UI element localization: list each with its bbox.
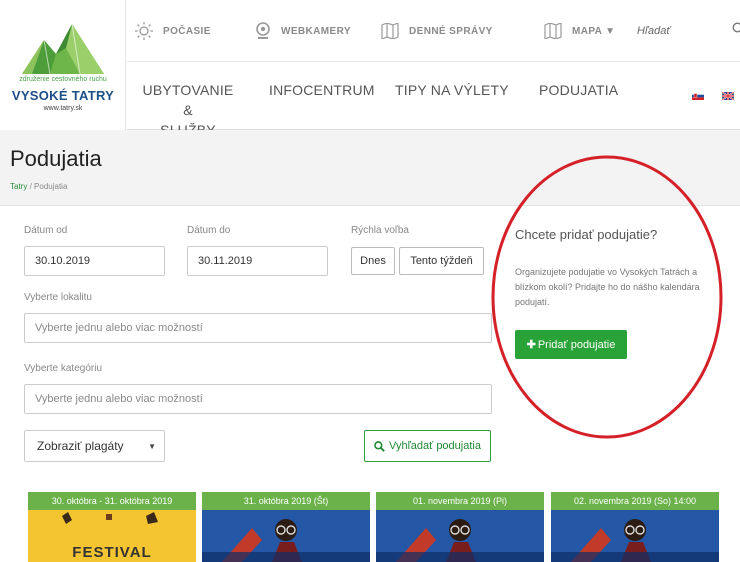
event-card[interactable]: 30. októbra - 31. októbra 2019 FESTIVAL [28,492,196,562]
breadcrumb-current: Podujatia [34,182,68,191]
date-to-input[interactable]: 30.11.2019 [187,246,328,276]
topbar-item-map[interactable]: MAPA ▼ [544,0,615,62]
top-utility-bar: POČASIE WEBKAMERY DENNÉ SPRÁVY MAPA ▼ Hľ… [127,0,740,62]
locality-multiselect[interactable]: Vyberte jednu alebo viac možností [24,313,492,343]
event-poster-image [376,510,544,562]
mountain-logo-icon [22,23,104,74]
topbar-item-weather[interactable]: POČASIE [135,0,211,62]
logo-tagline: združenie cestovného ruchu [19,76,107,83]
topbar-item-webcams[interactable]: WEBKAMERY [255,0,351,62]
topbar-item-daily-news[interactable]: DENNÉ SPRÁVY [381,0,493,62]
nav-item-trip-tips[interactable]: TIPY NA VÝLETY [395,80,509,100]
date-to-label: Dátum do [187,225,231,236]
search-icon[interactable] [732,22,740,41]
topbar-label-weather: POČASIE [163,25,211,37]
today-button[interactable]: Dnes [351,247,395,275]
english-flag-icon[interactable] [722,92,734,100]
page-title: Podujatia [10,146,102,171]
category-multiselect[interactable]: Vyberte jednu alebo viac možností [24,384,492,414]
event-card[interactable]: 02. novembra 2019 (So) 14:00 [551,492,719,562]
add-event-description: Organizujete podujatie vo Vysokých Tatrá… [515,267,700,307]
webcam-icon [255,22,271,40]
site-header: združenie cestovného ruchu VYSOKÉ TATRY … [0,0,740,138]
main-navigation: UBYTOVANIE & SLUŽBY INFOCENTRUM TIPY NA … [127,62,740,138]
event-poster-image [551,510,719,562]
logo-url: www.tatry.sk [43,105,83,112]
search-icon [374,440,385,452]
page-title-band: Podujatia Tatry / Podujatia [0,130,740,206]
slovak-flag-icon[interactable] [692,92,704,100]
event-poster-text: FESTIVAL [72,544,152,561]
add-event-title: Chcete pridať podujatie? [515,227,658,242]
breadcrumb-home-link[interactable]: Tatry [10,182,27,191]
event-poster-image [202,510,370,562]
search-events-button[interactable]: Vyhľadať podujatia [364,430,491,462]
date-from-input[interactable]: 30.10.2019 [24,246,165,276]
event-card-date: 01. novembra 2019 (Pi) [376,492,544,510]
event-card-date: 31. októbra 2019 (Št) [202,492,370,510]
site-logo[interactable]: združenie cestovného ruchu VYSOKÉ TATRY … [0,0,126,130]
this-week-button[interactable]: Tento týždeň [399,247,484,275]
logo-brand: VYSOKÉ TATRY [11,88,115,103]
event-card[interactable]: 31. októbra 2019 (Št) [202,492,370,562]
event-card[interactable]: 01. novembra 2019 (Pi) [376,492,544,562]
quick-select-label: Rýchla voľba [351,225,409,236]
date-from-label: Dátum od [24,225,68,236]
breadcrumb: Tatry / Podujatia [10,182,67,191]
breadcrumb-separator: / [29,182,32,191]
caret-down-icon: ▼ [148,442,156,451]
locality-label: Vyberte lokalitu [24,292,92,303]
sun-icon [135,22,153,40]
event-poster-image: FESTIVAL [28,510,196,562]
category-label: Vyberte kategóriu [24,363,103,374]
event-card-date: 02. novembra 2019 (So) 14:00 [551,492,719,510]
event-card-date: 30. októbra - 31. októbra 2019 [28,492,196,510]
news-icon [381,23,399,39]
topbar-label-webcams: WEBKAMERY [281,25,351,37]
add-event-button[interactable]: ✚ Pridať podujatie [515,330,627,359]
search-placeholder: Hľadať [637,25,671,37]
add-event-label: Pridať podujatie [537,338,616,351]
plus-icon: ✚ [526,339,536,351]
nav-item-infocentrum[interactable]: INFOCENTRUM [269,80,375,100]
display-mode-value: Zobraziť plagáty [37,439,124,453]
display-mode-select[interactable]: Zobraziť plagáty ▼ [24,430,165,462]
topbar-label-daily-news: DENNÉ SPRÁVY [409,25,493,37]
search-field[interactable]: Hľadať [637,0,740,62]
nav-item-events[interactable]: PODUJATIA [539,80,618,100]
map-icon [544,23,562,39]
search-events-label: Vyhľadať podujatia [389,440,481,452]
topbar-label-map: MAPA ▼ [572,25,616,37]
